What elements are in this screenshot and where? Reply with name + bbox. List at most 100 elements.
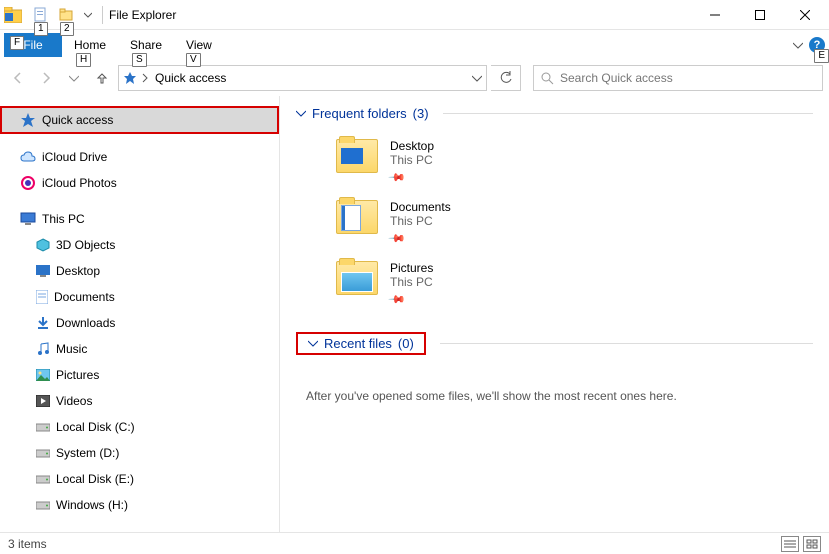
tree-quick-access[interactable]: Quick access [0,106,279,134]
tree-label: Windows (H:) [56,498,128,512]
section-count: (0) [398,336,414,351]
content-pane: Frequent folders (3) Desktop This PC 📌 D… [280,96,829,532]
tree-label: Pictures [56,368,99,382]
view-large-icons-button[interactable] [803,536,821,552]
tab-view[interactable]: View V [174,33,224,57]
chevron-right-icon[interactable] [141,73,149,83]
maximize-button[interactable] [737,0,782,30]
tree-label: Desktop [56,264,100,278]
address-bar[interactable]: Quick access [118,65,487,91]
file-tab[interactable]: File F [4,33,62,57]
pictures-icon [36,369,50,381]
tree-label: System (D:) [56,446,119,460]
tree-videos[interactable]: Videos [0,388,279,414]
quick-access-icon [20,112,36,128]
tree-local-disk-c[interactable]: Local Disk (C:) [0,414,279,440]
folder-name: Desktop [390,139,434,153]
ribbon-expand-icon[interactable] [793,40,803,50]
folder-icon [336,200,378,234]
tab-label: Home [74,38,106,52]
keytip-file: F [10,36,24,50]
drive-icon [36,422,50,432]
tree-label: Music [56,342,87,356]
status-bar: 3 items [0,532,829,554]
tree-this-pc[interactable]: This PC [0,206,279,232]
keytip-qat2: 2 [60,22,74,36]
keytip-qat1: 1 [34,22,48,36]
close-button[interactable] [782,0,827,30]
folder-location: This PC [390,214,451,228]
videos-icon [36,395,50,407]
tree-label: 3D Objects [56,238,115,252]
search-icon [540,71,554,85]
folder-location: This PC [390,153,434,167]
forward-button[interactable] [34,66,58,90]
tree-label: This PC [42,212,85,226]
folder-item-documents[interactable]: Documents This PC 📌 [336,192,813,253]
pc-icon [20,212,36,226]
section-label: Frequent folders [312,106,407,121]
tree-label: Local Disk (E:) [56,472,134,486]
folder-name: Pictures [390,261,433,275]
tree-label: Quick access [42,113,113,127]
frequent-folders-header[interactable]: Frequent folders (3) [296,102,813,125]
address-dropdown-icon[interactable] [472,73,482,83]
minimize-button[interactable] [692,0,737,30]
drive-icon [36,500,50,510]
folder-name: Documents [390,200,451,214]
separator [443,113,813,114]
up-button[interactable] [90,66,114,90]
tree-label: Documents [54,290,115,304]
downloads-icon [36,316,50,330]
main: Quick access iCloud Drive iCloud Photos … [0,96,829,532]
tree-music[interactable]: Music [0,336,279,362]
refresh-button[interactable] [491,65,521,91]
window-controls [692,0,827,30]
recent-empty-message: After you've opened some files, we'll sh… [296,359,813,403]
folder-item-pictures[interactable]: Pictures This PC 📌 [336,253,813,314]
qat-properties-button[interactable]: 1 [30,4,52,26]
tree-icloud-photos[interactable]: iCloud Photos [0,170,279,196]
tree-label: Local Disk (C:) [56,420,135,434]
drive-icon [36,474,50,484]
recent-locations-button[interactable] [62,66,86,90]
tree-3d-objects[interactable]: 3D Objects [0,232,279,258]
tree-label: iCloud Drive [42,150,107,164]
tree-documents[interactable]: Documents [0,284,279,310]
tab-home[interactable]: Home H [62,33,118,57]
qat-dropdown[interactable] [80,4,96,26]
breadcrumb-location[interactable]: Quick access [153,71,228,85]
tree-windows-h[interactable]: Windows (H:) [0,492,279,518]
back-button[interactable] [6,66,30,90]
folder-icon [336,261,378,295]
tree-pictures[interactable]: Pictures [0,362,279,388]
chevron-down-icon [308,339,318,349]
search-box[interactable]: Search Quick access [533,65,823,91]
tree-desktop[interactable]: Desktop [0,258,279,284]
folder-icon [336,139,378,173]
navigation-tree: Quick access iCloud Drive iCloud Photos … [0,96,280,532]
desktop-icon [36,265,50,277]
documents-icon [36,290,48,304]
titlebar: 1 2 File Explorer [0,0,829,30]
status-item-count: 3 items [8,537,47,551]
separator [102,6,103,24]
tree-local-disk-e[interactable]: Local Disk (E:) [0,466,279,492]
tree-icloud-drive[interactable]: iCloud Drive [0,144,279,170]
folder-item-desktop[interactable]: Desktop This PC 📌 [336,131,813,192]
music-icon [36,342,50,356]
tree-downloads[interactable]: Downloads [0,310,279,336]
tab-label: View [186,38,212,52]
tab-label: Share [130,38,162,52]
drive-icon [36,448,50,458]
tree-system-d[interactable]: System (D:) [0,440,279,466]
search-placeholder: Search Quick access [560,71,673,85]
separator [440,343,813,344]
view-details-button[interactable] [781,536,799,552]
qat-newfolder-button[interactable]: 2 [56,4,78,26]
quick-access-toolbar: 1 2 File Explorer [2,4,176,26]
keytip-share: S [132,53,147,67]
tab-share[interactable]: Share S [118,33,174,57]
navigation-bar: Quick access Search Quick access [0,60,829,96]
recent-files-header[interactable]: Recent files (0) [296,328,813,359]
